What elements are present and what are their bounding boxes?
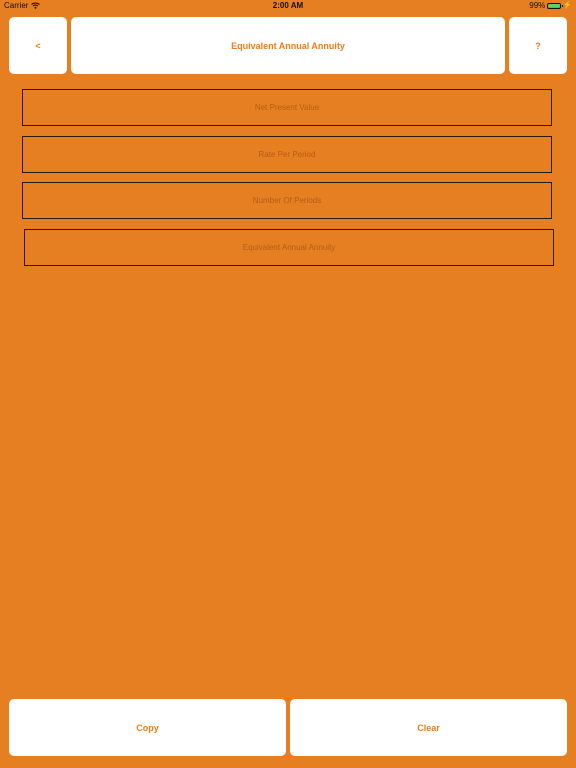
help-button[interactable]: ?: [509, 17, 567, 74]
battery-icon: [547, 2, 564, 9]
clear-button[interactable]: Clear: [290, 699, 567, 756]
battery-level-fill: [548, 4, 560, 7]
rate-field-box: [22, 136, 552, 173]
back-button[interactable]: <: [9, 17, 67, 74]
periods-field-box: [22, 182, 552, 219]
result-field-box: [24, 229, 554, 266]
number-of-periods-input[interactable]: [23, 183, 551, 218]
charging-icon: ⚡: [563, 2, 572, 9]
rate-per-period-input[interactable]: [23, 137, 551, 172]
net-present-value-input[interactable]: [23, 90, 551, 125]
npv-field-box: [22, 89, 552, 126]
battery-percent: 99%: [529, 1, 546, 10]
equivalent-annual-annuity-output[interactable]: [25, 230, 553, 265]
status-time: 2:00 AM: [272, 1, 304, 10]
battery-group: 99% ⚡: [529, 1, 572, 10]
page-title: Equivalent Annual Annuity: [71, 17, 505, 74]
status-bar: Carrier 2:00 AM 99% ⚡: [0, 0, 576, 12]
copy-button[interactable]: Copy: [9, 699, 286, 756]
